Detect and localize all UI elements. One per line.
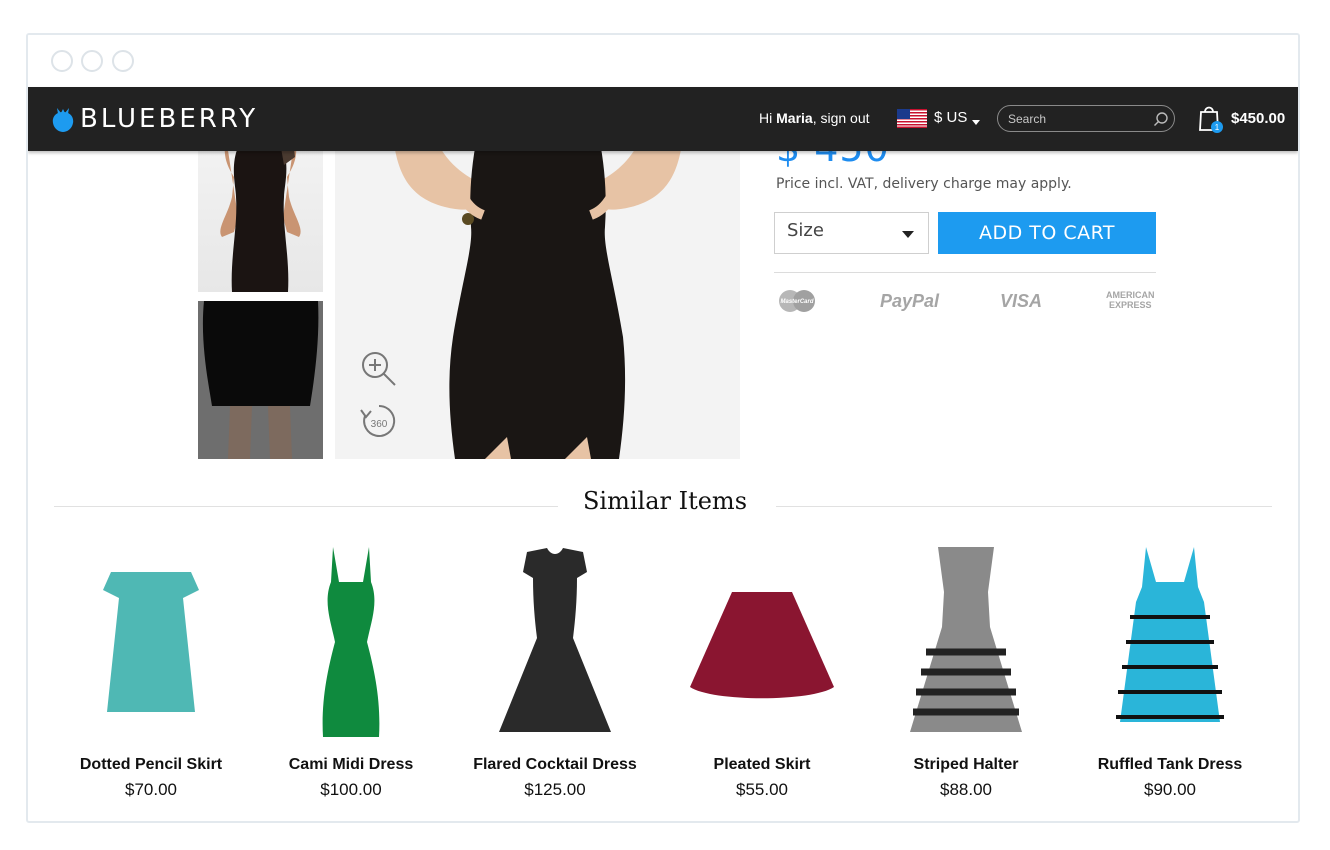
add-to-cart-button[interactable]: ADD TO CART	[938, 212, 1156, 254]
similar-item-card[interactable]: Striped Halter $88.00	[866, 542, 1066, 802]
similar-item-image	[103, 572, 199, 712]
page-content: 360 $ 450 Price incl. VAT, delivery char…	[28, 87, 1298, 821]
paypal-logo: PayPal	[880, 291, 940, 311]
blueberry-logo-icon	[52, 108, 74, 132]
sign-out-link[interactable]: , sign out	[813, 110, 870, 126]
amex-line1: AMERICAN	[1106, 290, 1155, 300]
browser-window: 360 $ 450 Price incl. VAT, delivery char…	[26, 33, 1300, 823]
similar-items-title: Similar Items	[582, 487, 748, 515]
product-thumbnail-front[interactable]	[198, 137, 323, 292]
chevron-down-icon	[972, 120, 980, 125]
us-flag-icon	[897, 109, 927, 128]
size-select[interactable]: Size	[774, 212, 929, 254]
product-main-image[interactable]: 360	[335, 137, 740, 459]
site-header: BLUEBERRY Hi Maria, sign out $ US 1	[28, 87, 1298, 151]
price-note: Price incl. VAT, delivery charge may app…	[776, 176, 1072, 192]
payment-methods: MasterCard PayPal VISA AMERICAN EXPRESS	[774, 287, 1158, 317]
window-close-button[interactable]	[51, 50, 73, 72]
similar-item-name: Flared Cocktail Dress	[473, 756, 637, 773]
amex-logo: AMERICAN EXPRESS	[1106, 290, 1155, 310]
search-icon[interactable]	[1153, 111, 1169, 127]
currency-selector[interactable]: $ US	[934, 109, 967, 126]
user-greeting: Hi Maria, sign out	[759, 110, 870, 126]
similar-item-price: $100.00	[320, 780, 382, 799]
similar-item-image	[910, 547, 1022, 732]
similar-item-price: $90.00	[1144, 780, 1196, 799]
size-select-label: Size	[787, 220, 824, 241]
search-input[interactable]	[997, 105, 1175, 132]
mastercard-icon: MasterCard	[779, 290, 815, 312]
rotate-360-label: 360	[371, 419, 388, 430]
visa-logo: VISA	[1000, 291, 1043, 311]
mastercard-label: MasterCard	[780, 299, 813, 305]
rotate-360-icon[interactable]: 360	[359, 402, 399, 442]
similar-item-card[interactable]: Dotted Pencil Skirt $70.00	[51, 542, 251, 802]
similar-item-image	[322, 547, 380, 737]
similar-item-card[interactable]: Pleated Skirt $55.00	[662, 542, 862, 802]
site-logo[interactable]: BLUEBERRY	[80, 104, 258, 134]
similar-item-card[interactable]: Cami Midi Dress $100.00	[251, 542, 451, 802]
product-thumbnail-back[interactable]	[198, 301, 323, 459]
cart-total[interactable]: $450.00	[1231, 110, 1285, 127]
greeting-prefix: Hi	[759, 110, 777, 126]
dress-back-image	[198, 301, 323, 459]
user-name: Maria	[776, 110, 813, 126]
similar-item-card[interactable]: Ruffled Tank Dress $90.00	[1070, 542, 1270, 802]
dress-front-image	[220, 137, 301, 292]
window-titlebar	[28, 35, 1298, 87]
similar-item-price: $70.00	[125, 780, 177, 799]
similar-item-image	[499, 548, 611, 732]
amex-line2: EXPRESS	[1108, 300, 1152, 310]
similar-item-image	[690, 592, 834, 699]
similar-item-price: $88.00	[940, 780, 992, 799]
window-minimize-button[interactable]	[81, 50, 103, 72]
similar-item-name: Ruffled Tank Dress	[1097, 756, 1243, 773]
similar-item-card[interactable]: Flared Cocktail Dress $125.00	[455, 542, 655, 802]
window-maximize-button[interactable]	[112, 50, 134, 72]
zoom-in-icon[interactable]	[359, 349, 399, 389]
similar-item-price: $55.00	[736, 780, 788, 799]
divider	[774, 272, 1156, 273]
cart-badge: 1	[1215, 123, 1220, 132]
similar-item-price: $125.00	[524, 780, 586, 799]
similar-item-image	[1116, 547, 1224, 722]
shopping-bag-icon[interactable]: 1	[1198, 103, 1224, 133]
chevron-down-icon	[902, 231, 914, 238]
